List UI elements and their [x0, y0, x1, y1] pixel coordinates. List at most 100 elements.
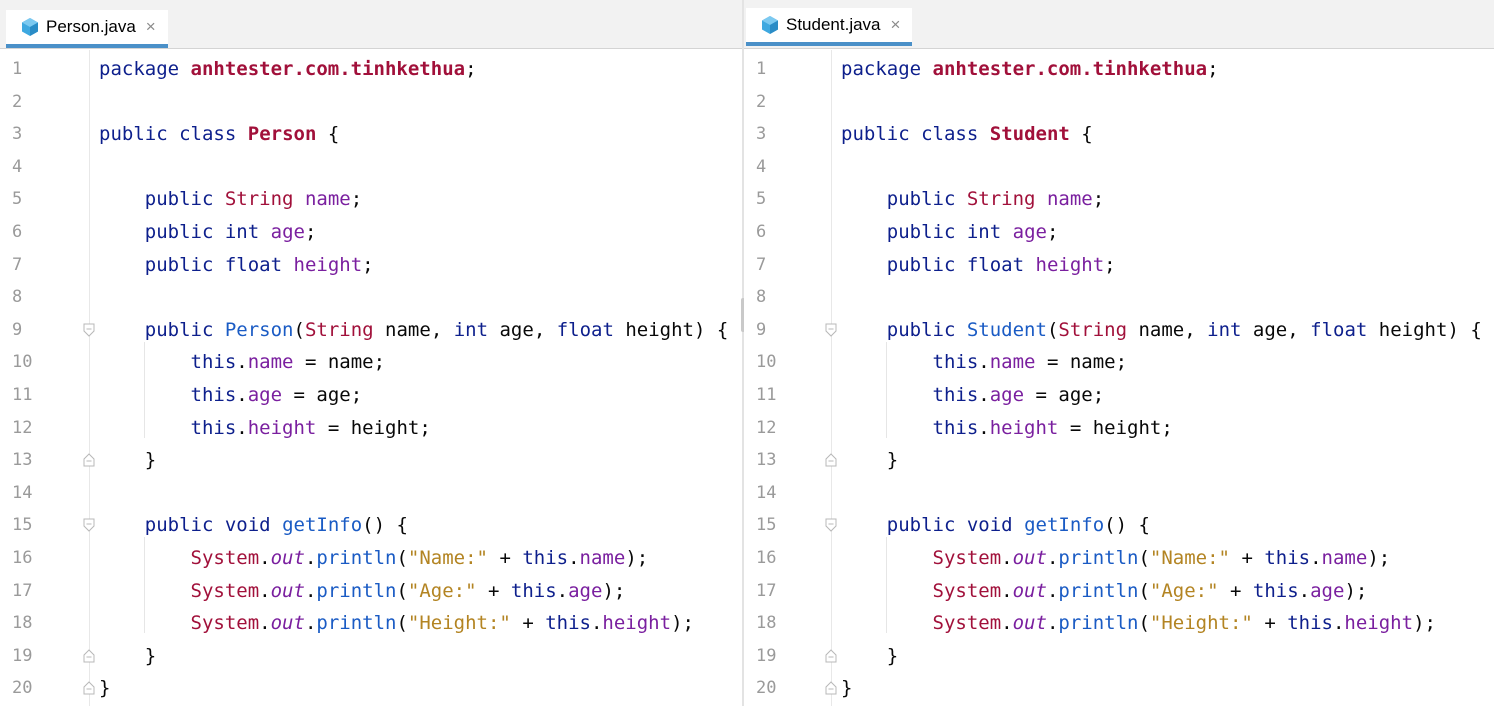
- code-token: String: [224, 188, 294, 211]
- code-token: System: [932, 612, 1002, 635]
- code-text: public int age;: [886, 221, 1059, 243]
- code-text: public float height;: [886, 253, 1116, 276]
- code-token: height: [625, 318, 694, 341]
- tab-person-java[interactable]: Person.java ×: [6, 10, 168, 48]
- fold-marker-icon[interactable]: [825, 453, 837, 467]
- code-token: String: [1058, 318, 1128, 341]
- code-token: anhtester.com.tinhkethua: [932, 58, 1208, 80]
- code-token: int: [1207, 318, 1242, 341]
- code-line: 13 }: [0, 444, 742, 476]
- code-line: 17 System.out.println("Age:" + this.age)…: [0, 575, 742, 607]
- code-token: "Height:": [1149, 612, 1253, 635]
- code-token: this: [190, 416, 237, 439]
- fold-marker-icon[interactable]: [83, 323, 95, 337]
- code-token: height: [602, 612, 672, 635]
- code-token: name: [327, 351, 374, 374]
- code-token: name: [989, 351, 1036, 374]
- line-number: 6: [756, 222, 767, 242]
- code-token: System: [190, 579, 260, 602]
- code-token: "Height:": [407, 612, 511, 635]
- code-token: height: [1344, 612, 1414, 635]
- code-text: this.height = height;: [190, 416, 431, 439]
- code-token: class: [179, 123, 237, 146]
- code-token: println: [1058, 579, 1139, 602]
- close-icon[interactable]: ×: [146, 17, 156, 37]
- code-token: void: [966, 514, 1013, 537]
- fold-marker-icon[interactable]: [825, 518, 837, 533]
- line-number: 12: [756, 417, 777, 438]
- code-line: 20}: [0, 672, 742, 704]
- code-token: float: [966, 253, 1025, 276]
- line-number: 8: [756, 287, 767, 308]
- line-number: 17: [756, 580, 777, 601]
- code-token: getInfo: [1024, 514, 1105, 537]
- line-number: 20: [12, 678, 33, 699]
- code-text: System.out.println("Name:" + this.name);: [190, 547, 649, 569]
- code-text: public void getInfo() {: [144, 514, 408, 537]
- code-token: int: [224, 221, 260, 243]
- line-number: 18: [12, 613, 33, 634]
- code-text: public String name;: [886, 188, 1105, 211]
- code-text: System.out.println("Name:" + this.name);: [932, 547, 1391, 569]
- code-token: "Age:": [1149, 579, 1219, 602]
- code-token: getInfo: [282, 514, 363, 537]
- code-token: Person: [224, 318, 294, 341]
- code-line: 11 this.age = age;: [744, 379, 1494, 411]
- tab-student-java[interactable]: Student.java ×: [746, 8, 913, 46]
- code-editor[interactable]: 1 package anhtester.com.tinhkethua; 2 3 publ…: [0, 50, 742, 706]
- fold-marker-icon[interactable]: [83, 681, 95, 695]
- code-token: name: [579, 547, 626, 569]
- code-editor[interactable]: 1 package anhtester.com.tinhkethua; 2 3 publ…: [744, 50, 1494, 706]
- code-line: 4: [744, 151, 1494, 183]
- code-token: println: [316, 579, 397, 602]
- code-text: this.height = height;: [932, 416, 1173, 439]
- code-line: 7 public float height;: [0, 249, 742, 281]
- code-token: this: [1252, 579, 1299, 602]
- code-token: age: [270, 221, 305, 243]
- line-number: 5: [12, 189, 23, 210]
- line-number: 15: [12, 515, 33, 536]
- fold-marker-icon[interactable]: [83, 518, 95, 533]
- code-token: out: [270, 612, 305, 635]
- code-text: System.out.println("Height:" + this.heig…: [190, 612, 694, 635]
- code-token: public: [144, 514, 214, 537]
- code-token: "Age:": [407, 579, 477, 602]
- code-text: public class Student {: [841, 123, 1093, 146]
- fold-marker-icon[interactable]: [825, 649, 837, 663]
- code-token: int: [453, 318, 489, 341]
- line-number: 19: [756, 645, 777, 666]
- line-number: 9: [756, 319, 767, 340]
- line-number: 7: [756, 254, 767, 275]
- code-token: class: [921, 123, 979, 146]
- code-line: 7 public float height;: [744, 249, 1494, 281]
- fold-marker-icon[interactable]: [825, 681, 837, 695]
- code-token: public: [886, 188, 956, 211]
- code-token: name: [385, 318, 431, 341]
- code-token: name: [1046, 188, 1093, 211]
- code-line: 17 System.out.println("Age:" + this.age)…: [744, 575, 1494, 607]
- code-text: public void getInfo() {: [886, 514, 1150, 537]
- code-token: public: [886, 253, 956, 276]
- code-line: 19 }: [0, 640, 742, 672]
- code-token: name: [247, 351, 294, 374]
- fold-marker-icon[interactable]: [83, 453, 95, 467]
- fold-marker-icon[interactable]: [83, 649, 95, 663]
- code-token: float: [224, 253, 283, 276]
- code-token: this: [932, 416, 979, 439]
- code-token: out: [270, 579, 305, 602]
- code-line: 13 }: [744, 444, 1494, 476]
- code-token: out: [1012, 579, 1047, 602]
- code-token: void: [224, 514, 271, 537]
- fold-marker-icon[interactable]: [825, 323, 837, 337]
- code-token: package: [99, 58, 180, 80]
- code-token: height: [293, 253, 363, 276]
- code-line: 18 System.out.println("Height:" + this.h…: [744, 607, 1494, 639]
- code-token: public: [99, 123, 168, 146]
- line-number: 4: [12, 156, 23, 177]
- code-line: 8: [744, 281, 1494, 313]
- code-token: Student: [989, 123, 1070, 146]
- line-number: 10: [756, 352, 777, 373]
- line-number: 8: [12, 287, 23, 308]
- line-number: 16: [756, 548, 777, 568]
- close-icon[interactable]: ×: [891, 15, 901, 35]
